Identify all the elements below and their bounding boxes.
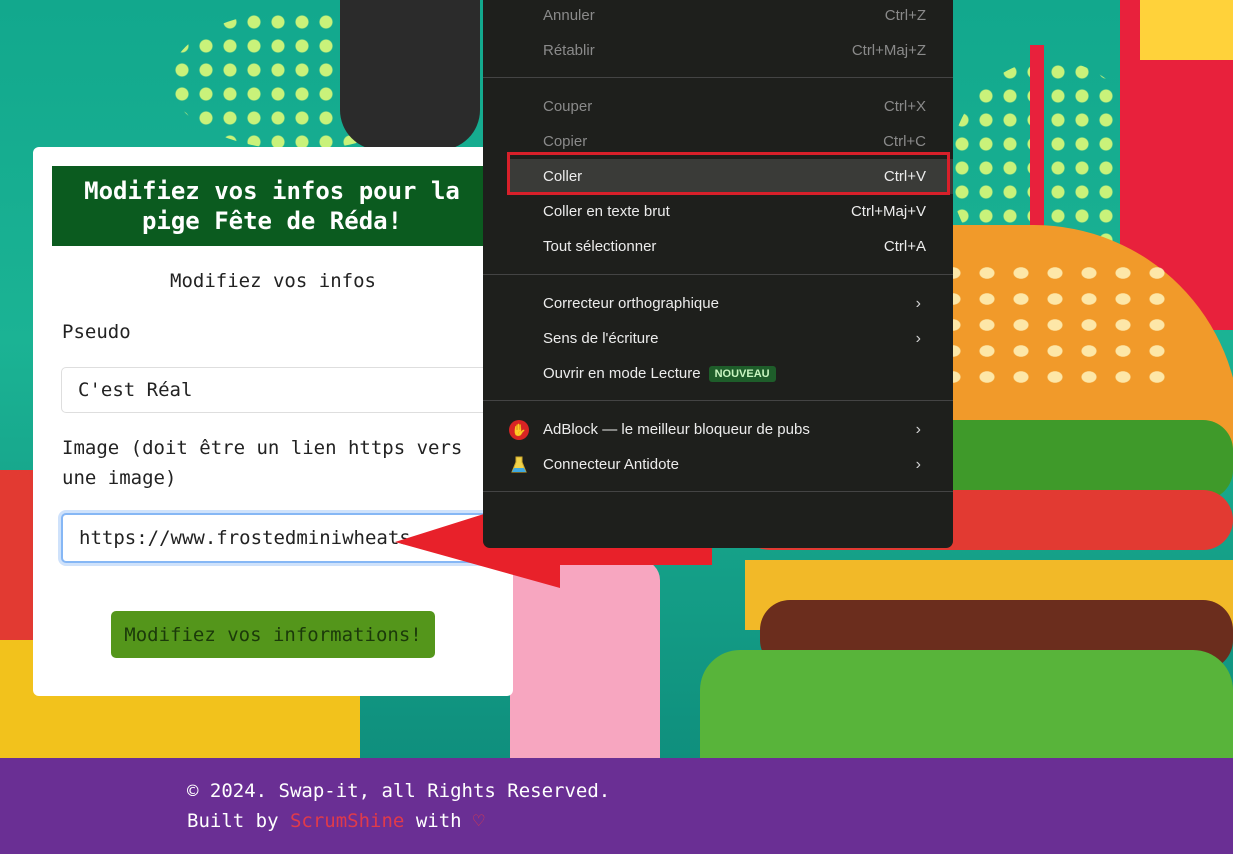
menu-item-label: Ouvrir en mode Lecture: [543, 364, 701, 382]
milkshake-top: [340, 0, 480, 150]
chevron-right-icon: ›: [915, 329, 921, 347]
menu-item-label-wrap: Ouvrir en mode Lecture NOUVEAU: [543, 364, 776, 383]
menu-item-label: Rétablir: [543, 42, 595, 59]
pseudo-label: Pseudo: [62, 321, 131, 343]
card-subtitle: Modifiez vos infos: [170, 270, 376, 292]
menu-item-label: Annuler: [543, 7, 595, 24]
image-label: Image (doit être un lien https vers une …: [62, 437, 463, 489]
menu-item-shortcut: Ctrl+Z: [884, 7, 926, 24]
menu-item-shortcut: Ctrl+C: [883, 133, 926, 150]
menu-item-redo[interactable]: Rétablir Ctrl+Maj+Z: [483, 33, 953, 68]
pseudo-input-value: C'est Réal: [78, 379, 193, 401]
menu-item-label: Connecteur Antidote: [543, 456, 679, 473]
edit-profile-card: Modifiez vos infos pour la pige Fête de …: [33, 147, 513, 696]
pseudo-input[interactable]: C'est Réal: [61, 367, 501, 413]
antidote-flask-icon: [509, 455, 529, 475]
menu-item-reading-mode[interactable]: Ouvrir en mode Lecture NOUVEAU: [483, 356, 953, 391]
menu-item-undo[interactable]: Annuler Ctrl+Z: [483, 0, 953, 33]
burger-lettuce-bottom: [700, 650, 1233, 758]
annotation-highlight-box: [507, 152, 950, 195]
menu-item-writing-direction[interactable]: Sens de l'écriture ›: [483, 321, 953, 356]
menu-item-select-all[interactable]: Tout sélectionner Ctrl+A: [483, 229, 953, 264]
menu-item-label: AdBlock — le meilleur bloqueur de pubs: [543, 421, 810, 438]
menu-item-label: Correcteur orthographique: [543, 295, 719, 312]
menu-item-shortcut: Ctrl+Maj+V: [850, 203, 926, 220]
chevron-right-icon: ›: [915, 455, 921, 473]
menu-item-label: Couper: [543, 98, 593, 115]
menu-item-label: Tout sélectionner: [543, 238, 657, 255]
menu-item-label: Coller en texte brut: [543, 203, 670, 220]
menu-separator: [483, 274, 953, 275]
submit-button[interactable]: Modifiez vos informations!: [111, 611, 435, 658]
footer: © 2024. Swap-it, all Rights Reserved. Bu…: [0, 758, 1233, 854]
adblock-hand-icon: ✋: [509, 419, 529, 440]
new-badge: NOUVEAU: [708, 366, 776, 383]
menu-item-antidote[interactable]: Connecteur Antidote ›: [483, 447, 953, 482]
footer-built-by: Built by: [187, 810, 279, 832]
chevron-right-icon: ›: [915, 294, 921, 312]
footer-copyright: © 2024. Swap-it, all Rights Reserved.: [187, 780, 611, 802]
menu-item-label: Copier: [543, 133, 588, 150]
footer-with: with: [415, 810, 462, 832]
footer-brand-link[interactable]: ScrumShine: [290, 810, 404, 832]
menu-item-shortcut: Ctrl+A: [883, 238, 926, 255]
chevron-right-icon: ›: [915, 420, 921, 438]
flask-svg: [511, 456, 527, 472]
menu-item-spellcheck[interactable]: Correcteur orthographique ›: [483, 286, 953, 321]
menu-separator: [483, 491, 953, 492]
menu-item-label: Sens de l'écriture: [543, 330, 659, 347]
building-yellow: [1140, 0, 1233, 60]
menu-item-adblock[interactable]: ✋ AdBlock — le meilleur bloqueur de pubs…: [483, 412, 953, 447]
footer-credit: Built by ScrumShine with ♡: [187, 810, 484, 832]
context-menu: Annuler Ctrl+Z Rétablir Ctrl+Maj+Z Coupe…: [483, 0, 953, 548]
menu-separator: [483, 77, 953, 78]
heart-icon: ♡: [473, 810, 485, 832]
menu-separator: [483, 400, 953, 401]
image-url-input-value: https://www.frostedminiwheats: [79, 527, 411, 549]
card-title: Modifiez vos infos pour la pige Fête de …: [52, 166, 492, 246]
menu-item-shortcut: Ctrl+X: [883, 98, 926, 115]
menu-item-shortcut: Ctrl+Maj+Z: [851, 42, 926, 59]
menu-item-cut[interactable]: Couper Ctrl+X: [483, 89, 953, 124]
menu-item-paste-plain[interactable]: Coller en texte brut Ctrl+Maj+V: [483, 194, 953, 229]
